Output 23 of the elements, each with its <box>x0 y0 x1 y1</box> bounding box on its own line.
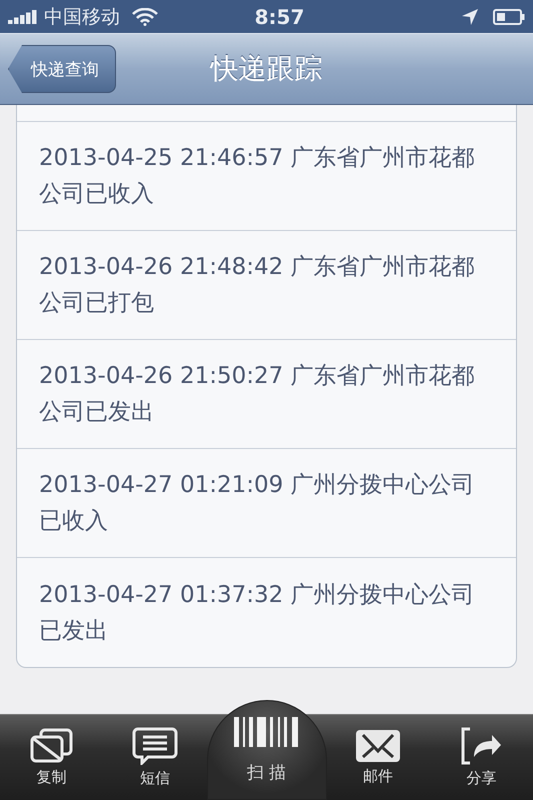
mail-icon <box>355 729 402 763</box>
message-button[interactable]: 短信 <box>103 715 206 800</box>
carrier-name: 中国移动 <box>44 4 120 30</box>
share-button[interactable]: 分享 <box>430 715 533 800</box>
barcode-icon <box>234 716 300 746</box>
tracking-record: 2013-04-27 01:21:09 广州分拨中心公司已收入 <box>39 471 476 536</box>
copy-button[interactable]: 复制 <box>0 715 104 800</box>
scan-button[interactable]: 扫 描 <box>206 700 326 800</box>
tracking-record: 2013-04-25 21:46:57 广东省广州市花都公司已收入 <box>39 144 476 209</box>
tracking-record: 2013-04-26 21:48:42 广东省广州市花都公司已打包 <box>39 253 476 318</box>
copy-icon <box>28 728 75 764</box>
status-time: 8:57 <box>254 4 306 28</box>
page-title: 快递跟踪 <box>210 51 322 87</box>
tracking-record: 2013-04-27 01:37:32 广州分拨中心公司已发出 <box>39 580 476 646</box>
mail-button[interactable]: 邮件 <box>326 715 430 800</box>
wifi-icon <box>132 8 158 26</box>
share-icon <box>460 727 502 765</box>
signal-icon <box>8 10 38 24</box>
battery-icon <box>493 8 525 24</box>
message-icon <box>132 727 178 765</box>
location-arrow-icon <box>461 8 479 26</box>
back-button[interactable]: 快递查询 <box>8 45 116 93</box>
tracking-record: 2013-04-26 21:50:27 广东省广州市花都公司已发出 <box>39 362 476 427</box>
